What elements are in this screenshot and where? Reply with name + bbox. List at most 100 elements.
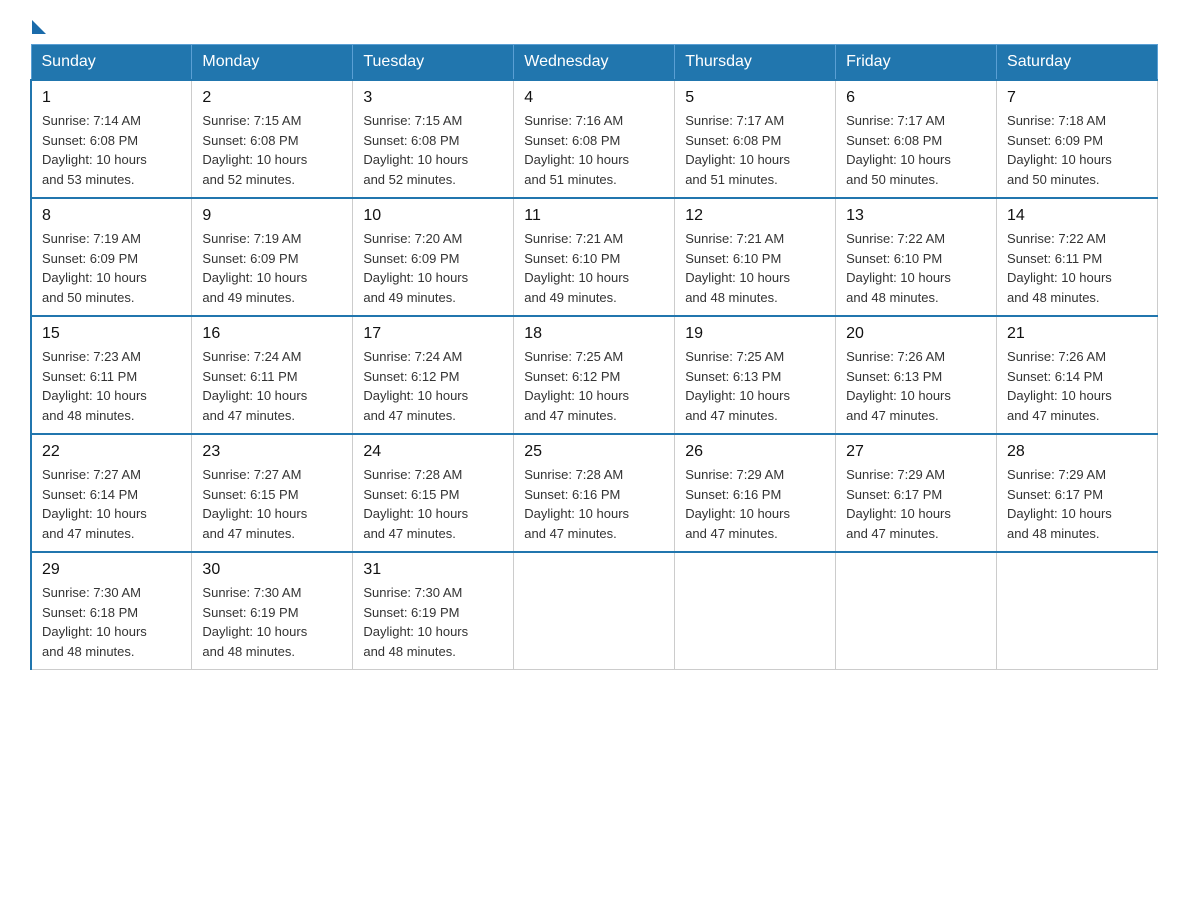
day-number: 27	[846, 443, 986, 461]
day-cell: 27 Sunrise: 7:29 AMSunset: 6:17 PMDayligh…	[836, 434, 997, 552]
day-cell	[997, 552, 1158, 670]
header-cell-wednesday: Wednesday	[514, 45, 675, 81]
day-info: Sunrise: 7:30 AMSunset: 6:18 PMDaylight:…	[42, 583, 181, 661]
day-number: 19	[685, 325, 825, 343]
day-number: 23	[202, 443, 342, 461]
day-number: 12	[685, 207, 825, 225]
day-cell: 10Sunrise: 7:20 AMSunset: 6:09 PMDayligh…	[353, 198, 514, 316]
day-number: 25	[524, 443, 664, 461]
day-number: 8	[42, 207, 181, 225]
day-info: Sunrise: 7:22 AMSunset: 6:11 PMDaylight:…	[1007, 229, 1147, 307]
day-cell: 18 Sunrise: 7:25 AMSunset: 6:12 PMDayligh…	[514, 316, 675, 434]
day-number: 14	[1007, 207, 1147, 225]
day-cell: 6 Sunrise: 7:17 AMSunset: 6:08 PMDaylight…	[836, 80, 997, 198]
day-info: Sunrise: 7:17 AMSunset: 6:08 PMDaylight:…	[685, 111, 825, 189]
day-cell: 25 Sunrise: 7:28 AMSunset: 6:16 PMDayligh…	[514, 434, 675, 552]
day-number: 20	[846, 325, 986, 343]
day-info: Sunrise: 7:29 AMSunset: 6:17 PMDaylight:…	[846, 465, 986, 543]
day-info: Sunrise: 7:15 AMSunset: 6:08 PMDaylight:…	[363, 111, 503, 189]
day-cell: 24Sunrise: 7:28 AMSunset: 6:15 PMDayligh…	[353, 434, 514, 552]
day-number: 2	[202, 89, 342, 107]
day-info: Sunrise: 7:23 AMSunset: 6:11 PMDaylight:…	[42, 347, 181, 425]
day-cell: 12 Sunrise: 7:21 AMSunset: 6:10 PMDayligh…	[675, 198, 836, 316]
day-number: 4	[524, 89, 664, 107]
day-info: Sunrise: 7:18 AMSunset: 6:09 PMDaylight:…	[1007, 111, 1147, 189]
day-cell: 13 Sunrise: 7:22 AMSunset: 6:10 PMDayligh…	[836, 198, 997, 316]
day-number: 13	[846, 207, 986, 225]
day-number: 29	[42, 561, 181, 579]
day-info: Sunrise: 7:24 AMSunset: 6:12 PMDaylight:…	[363, 347, 503, 425]
day-info: Sunrise: 7:24 AMSunset: 6:11 PMDaylight:…	[202, 347, 342, 425]
day-number: 24	[363, 443, 503, 461]
day-cell: 17 Sunrise: 7:24 AMSunset: 6:12 PMDayligh…	[353, 316, 514, 434]
header-cell-monday: Monday	[192, 45, 353, 81]
day-info: Sunrise: 7:17 AMSunset: 6:08 PMDaylight:…	[846, 111, 986, 189]
day-cell: 28 Sunrise: 7:29 AMSunset: 6:17 PMDayligh…	[997, 434, 1158, 552]
day-number: 17	[363, 325, 503, 343]
day-info: Sunrise: 7:14 AMSunset: 6:08 PMDaylight:…	[42, 111, 181, 189]
day-cell: 30Sunrise: 7:30 AMSunset: 6:19 PMDayligh…	[192, 552, 353, 670]
day-info: Sunrise: 7:19 AMSunset: 6:09 PMDaylight:…	[42, 229, 181, 307]
day-number: 22	[42, 443, 181, 461]
logo-triangle-icon	[32, 20, 46, 34]
day-cell: 4Sunrise: 7:16 AMSunset: 6:08 PMDaylight…	[514, 80, 675, 198]
day-cell: 8 Sunrise: 7:19 AMSunset: 6:09 PMDaylight…	[31, 198, 192, 316]
day-cell: 20 Sunrise: 7:26 AMSunset: 6:13 PMDayligh…	[836, 316, 997, 434]
day-cell: 26Sunrise: 7:29 AMSunset: 6:16 PMDayligh…	[675, 434, 836, 552]
day-number: 5	[685, 89, 825, 107]
day-info: Sunrise: 7:25 AMSunset: 6:12 PMDaylight:…	[524, 347, 664, 425]
day-cell	[836, 552, 997, 670]
week-row-1: 1 Sunrise: 7:14 AMSunset: 6:08 PMDaylight…	[31, 80, 1158, 198]
day-number: 26	[685, 443, 825, 461]
day-info: Sunrise: 7:26 AMSunset: 6:14 PMDaylight:…	[1007, 347, 1147, 425]
day-number: 1	[42, 89, 181, 107]
day-cell: 3Sunrise: 7:15 AMSunset: 6:08 PMDaylight…	[353, 80, 514, 198]
header-cell-tuesday: Tuesday	[353, 45, 514, 81]
day-cell: 11 Sunrise: 7:21 AMSunset: 6:10 PMDayligh…	[514, 198, 675, 316]
day-cell	[675, 552, 836, 670]
calendar-table: SundayMondayTuesdayWednesdayThursdayFrid…	[30, 44, 1158, 670]
header-row: SundayMondayTuesdayWednesdayThursdayFrid…	[31, 45, 1158, 81]
day-info: Sunrise: 7:26 AMSunset: 6:13 PMDaylight:…	[846, 347, 986, 425]
calendar-header: SundayMondayTuesdayWednesdayThursdayFrid…	[31, 45, 1158, 81]
day-info: Sunrise: 7:22 AMSunset: 6:10 PMDaylight:…	[846, 229, 986, 307]
day-cell: 1 Sunrise: 7:14 AMSunset: 6:08 PMDaylight…	[31, 80, 192, 198]
day-number: 21	[1007, 325, 1147, 343]
day-number: 11	[524, 207, 664, 225]
week-row-2: 8 Sunrise: 7:19 AMSunset: 6:09 PMDaylight…	[31, 198, 1158, 316]
day-number: 31	[363, 561, 503, 579]
page-header	[30, 20, 1158, 26]
day-cell: 31Sunrise: 7:30 AMSunset: 6:19 PMDayligh…	[353, 552, 514, 670]
day-cell: 21 Sunrise: 7:26 AMSunset: 6:14 PMDayligh…	[997, 316, 1158, 434]
header-cell-thursday: Thursday	[675, 45, 836, 81]
day-number: 15	[42, 325, 181, 343]
day-info: Sunrise: 7:20 AMSunset: 6:09 PMDaylight:…	[363, 229, 503, 307]
day-cell: 14 Sunrise: 7:22 AMSunset: 6:11 PMDayligh…	[997, 198, 1158, 316]
day-cell: 16 Sunrise: 7:24 AMSunset: 6:11 PMDayligh…	[192, 316, 353, 434]
header-cell-friday: Friday	[836, 45, 997, 81]
day-info: Sunrise: 7:30 AMSunset: 6:19 PMDaylight:…	[202, 583, 342, 661]
day-number: 6	[846, 89, 986, 107]
day-cell: 7Sunrise: 7:18 AMSunset: 6:09 PMDaylight…	[997, 80, 1158, 198]
day-info: Sunrise: 7:19 AMSunset: 6:09 PMDaylight:…	[202, 229, 342, 307]
week-row-3: 15 Sunrise: 7:23 AMSunset: 6:11 PMDayligh…	[31, 316, 1158, 434]
day-cell: 9Sunrise: 7:19 AMSunset: 6:09 PMDaylight…	[192, 198, 353, 316]
day-cell: 22Sunrise: 7:27 AMSunset: 6:14 PMDayligh…	[31, 434, 192, 552]
day-info: Sunrise: 7:15 AMSunset: 6:08 PMDaylight:…	[202, 111, 342, 189]
day-number: 28	[1007, 443, 1147, 461]
day-cell	[514, 552, 675, 670]
day-info: Sunrise: 7:28 AMSunset: 6:16 PMDaylight:…	[524, 465, 664, 543]
day-cell: 23Sunrise: 7:27 AMSunset: 6:15 PMDayligh…	[192, 434, 353, 552]
day-number: 16	[202, 325, 342, 343]
day-info: Sunrise: 7:21 AMSunset: 6:10 PMDaylight:…	[524, 229, 664, 307]
day-info: Sunrise: 7:21 AMSunset: 6:10 PMDaylight:…	[685, 229, 825, 307]
day-cell: 15 Sunrise: 7:23 AMSunset: 6:11 PMDayligh…	[31, 316, 192, 434]
header-cell-saturday: Saturday	[997, 45, 1158, 81]
week-row-5: 29 Sunrise: 7:30 AMSunset: 6:18 PMDayligh…	[31, 552, 1158, 670]
day-cell: 2 Sunrise: 7:15 AMSunset: 6:08 PMDaylight…	[192, 80, 353, 198]
header-cell-sunday: Sunday	[31, 45, 192, 81]
day-cell: 29 Sunrise: 7:30 AMSunset: 6:18 PMDayligh…	[31, 552, 192, 670]
day-info: Sunrise: 7:29 AMSunset: 6:17 PMDaylight:…	[1007, 465, 1147, 543]
day-number: 18	[524, 325, 664, 343]
day-cell: 19Sunrise: 7:25 AMSunset: 6:13 PMDayligh…	[675, 316, 836, 434]
